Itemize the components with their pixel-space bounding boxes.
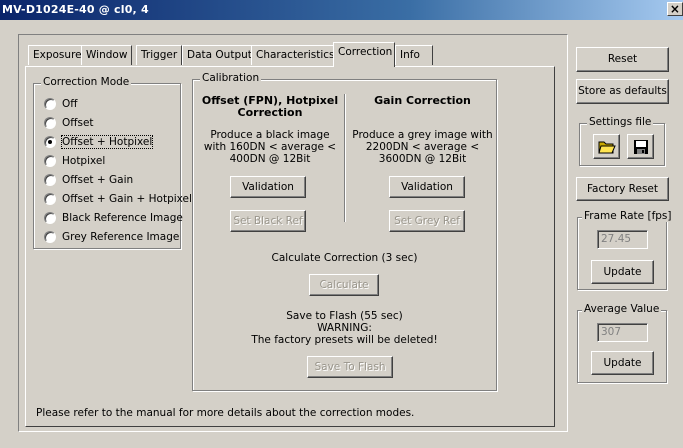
average-value-legend: Average Value [582,303,662,315]
settings-file-legend: Settings file [587,116,654,128]
tab-label: Window [86,49,128,61]
open-folder-button[interactable] [593,134,620,159]
tab-window[interactable]: Window [81,45,133,65]
reset-button[interactable]: Reset [576,47,669,72]
tab-label: Info [400,49,420,61]
radio-button[interactable] [44,231,56,243]
save-to-flash-button[interactable]: Save To Flash [307,356,393,378]
flash-warning-text: The factory presets will be deleted! [251,334,438,346]
tab-data-output[interactable]: Data Output [182,45,257,65]
offset-description: Produce a black image with 160DN < avera… [203,129,337,165]
title-bar: MV-D1024E-40 @ cl0, 4 × [0,0,683,20]
radio-offset-gain[interactable]: Offset + Gain [44,173,133,187]
settings-file-group: Settings file [579,116,665,166]
store-as-defaults-button[interactable]: Store as defaults [576,79,669,104]
frame-rate-legend: Frame Rate [fps] [582,210,674,222]
tab-label: Characteristics [256,49,335,61]
calculate-caption: Calculate Correction (3 sec) [271,252,418,264]
calculate-button[interactable]: Calculate [309,274,379,296]
frame-rate-field[interactable]: 27.45 [597,230,648,249]
set-black-ref-button[interactable]: Set Black Ref [230,210,306,232]
factory-reset-button[interactable]: Factory Reset [576,177,669,201]
gain-validation-button[interactable]: Validation [389,176,465,198]
set-grey-ref-button[interactable]: Set Grey Ref [389,210,465,232]
offset-heading: Offset (FPN), Hotpixel Correction [201,94,339,119]
radio-label: Offset + Gain [62,174,134,186]
tab-label: Trigger [141,49,178,61]
radio-label: Black Reference Image [62,212,183,224]
radio-grey-reference-image[interactable]: Grey Reference Image [44,230,179,244]
radio-label: Offset + Hotpixel [60,135,154,149]
flash-warning-title: WARNING: [317,322,372,334]
column-divider [344,94,346,222]
radio-label: Hotpixel [62,155,106,167]
close-button[interactable]: × [667,2,683,16]
radio-button[interactable] [44,212,56,224]
tab-label: Data Output [187,49,252,61]
window-title: MV-D1024E-40 @ cl0, 4 [2,3,149,16]
tab-trigger[interactable]: Trigger [136,45,183,65]
tab-characteristics[interactable]: Characteristics [251,45,340,65]
average-value-group: Average Value 307 Update [577,303,667,383]
average-value-update-button[interactable]: Update [591,351,654,375]
footer-note: Please refer to the manual for more deta… [36,407,415,419]
calibration-legend: Calibration [200,72,262,84]
radio-label: Off [62,98,78,110]
open-folder-icon [597,141,616,154]
correction-mode-group: Correction Mode Off Offset Offset + Hotp… [33,76,192,249]
radio-button[interactable] [44,193,56,205]
tab-exposure[interactable]: Exposure [28,45,87,65]
gain-description: Produce a grey image with 2200DN < avera… [352,129,493,165]
correction-mode-legend: Correction Mode [41,76,132,88]
radio-button[interactable] [44,136,56,148]
flash-caption: Save to Flash (55 sec) [286,310,403,322]
average-value-field[interactable]: 307 [597,323,648,342]
tab-label: Exposure [33,49,82,61]
tab-correction[interactable]: Correction [333,42,395,67]
radio-label: Grey Reference Image [62,231,180,243]
radio-button[interactable] [44,98,56,110]
radio-off[interactable]: Off [44,97,78,111]
radio-black-reference-image[interactable]: Black Reference Image [44,211,183,225]
radio-label: Offset + Gain + Hotpixel [62,193,192,205]
save-disk-button[interactable] [627,134,654,159]
radio-button[interactable] [44,117,56,129]
radio-offset-gain-hotpixel[interactable]: Offset + Gain + Hotpixel [44,192,192,206]
radio-button[interactable] [44,174,56,186]
frame-rate-group: Frame Rate [fps] 27.45 Update [577,210,674,290]
offset-validation-button[interactable]: Validation [230,176,306,198]
radio-hotpixel[interactable]: Hotpixel [44,154,105,168]
radio-button[interactable] [44,155,56,167]
tab-info[interactable]: Info [395,45,433,65]
radio-label: Offset [62,117,94,129]
calibration-group: Calibration Offset (FPN), Hotpixel Corre… [192,72,497,391]
frame-rate-update-button[interactable]: Update [591,260,654,284]
tab-label: Correction [338,46,393,58]
save-disk-icon [633,140,648,154]
gain-heading: Gain Correction [374,94,471,107]
radio-offset[interactable]: Offset [44,116,94,130]
radio-offset-hotpixel[interactable]: Offset + Hotpixel [44,135,154,149]
